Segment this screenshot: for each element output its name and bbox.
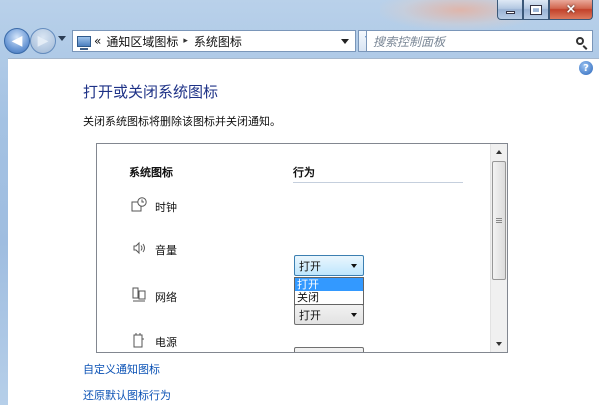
forward-arrow-icon: ▶ [37, 33, 49, 49]
search-box[interactable]: 搜索控制面板 [366, 30, 593, 52]
maximize-icon [530, 4, 542, 15]
row-label-clock: 时钟 [155, 201, 177, 214]
dropdown-value: 打开 [299, 350, 321, 353]
vertical-scrollbar[interactable] [490, 144, 507, 352]
close-button[interactable]: × [549, 0, 593, 20]
behavior-dropdown-clock[interactable]: 打开 [294, 255, 364, 276]
address-bar[interactable]: « 通知区域图标 ▸ 系统图标 [72, 30, 356, 52]
dropdown-value: 打开 [299, 308, 321, 322]
address-dropdown-icon[interactable] [341, 39, 349, 44]
control-panel-icon [77, 35, 91, 50]
content-pane: ? 打开或关闭系统图标 关闭系统图标将删除该图标并关闭通知。 系统图标 行为 时… [8, 58, 599, 405]
dropdown-value: 打开 [299, 259, 321, 273]
column-header-system-icons: 系统图标 [129, 166, 173, 179]
scroll-down-button[interactable] [491, 336, 507, 352]
breadcrumb-overflow[interactable]: « [94, 34, 101, 48]
window-frame: × ◀ ▶ « 通知区域图标 ▸ 系统图标 ↻ 搜索控制面板 ? 打开或关闭系统… [0, 0, 599, 405]
header-divider [293, 182, 463, 183]
minimize-icon [505, 11, 515, 14]
behavior-dropdown-network[interactable]: 打开 [294, 347, 364, 353]
customize-notification-icons-link[interactable]: 自定义通知图标 [83, 361, 160, 377]
scroll-up-button[interactable] [491, 144, 507, 160]
navigation-bar: ◀ ▶ « 通知区域图标 ▸ 系统图标 ↻ 搜索控制面板 [0, 26, 599, 56]
forward-button[interactable]: ▶ [30, 28, 56, 54]
dropdown-option-on[interactable]: 打开 [295, 278, 363, 291]
volume-icon [133, 241, 145, 255]
close-icon: × [565, 2, 577, 17]
maximize-button[interactable] [523, 0, 549, 20]
search-input[interactable]: 搜索控制面板 [367, 33, 571, 50]
breadcrumb-system-icons[interactable]: 系统图标 [194, 33, 242, 50]
chevron-up-icon [496, 150, 502, 154]
chevron-down-icon [351, 313, 357, 317]
row-label-power: 电源 [155, 336, 177, 349]
chevron-down-icon [496, 342, 502, 346]
back-button[interactable]: ◀ [4, 28, 30, 54]
recent-pages-dropdown-icon[interactable] [58, 36, 66, 41]
restore-default-behaviors-link[interactable]: 还原默认图标行为 [83, 387, 171, 403]
clock-icon [131, 197, 147, 212]
row-label-network: 网络 [155, 291, 177, 304]
breadcrumb-notification-area-icons[interactable]: 通知区域图标 [106, 33, 178, 50]
behavior-dropdown-volume[interactable]: 打开 [294, 304, 364, 325]
search-icon[interactable] [571, 37, 589, 45]
behavior-dropdown-list: 打开 关闭 [294, 277, 364, 305]
power-icon [133, 333, 144, 348]
back-arrow-icon: ◀ [11, 33, 23, 49]
page-description: 关闭系统图标将删除该图标并关闭通知。 [83, 115, 281, 128]
caption-buttons: × [497, 0, 593, 20]
grip-icon [496, 218, 502, 223]
network-icon [132, 287, 146, 302]
column-header-behavior: 行为 [293, 166, 315, 179]
row-label-volume: 音量 [155, 244, 177, 257]
scroll-thumb[interactable] [492, 161, 506, 280]
breadcrumb-separator-icon[interactable]: ▸ [183, 36, 188, 46]
help-icon[interactable]: ? [579, 61, 593, 75]
chevron-down-icon [351, 264, 357, 268]
dropdown-option-off[interactable]: 关闭 [295, 291, 363, 304]
system-icons-list: 系统图标 行为 时钟 打开 打开 关闭 音量 打开 网络 电源 [96, 143, 508, 353]
page-title: 打开或关闭系统图标 [83, 83, 219, 101]
minimize-button[interactable] [497, 0, 523, 20]
